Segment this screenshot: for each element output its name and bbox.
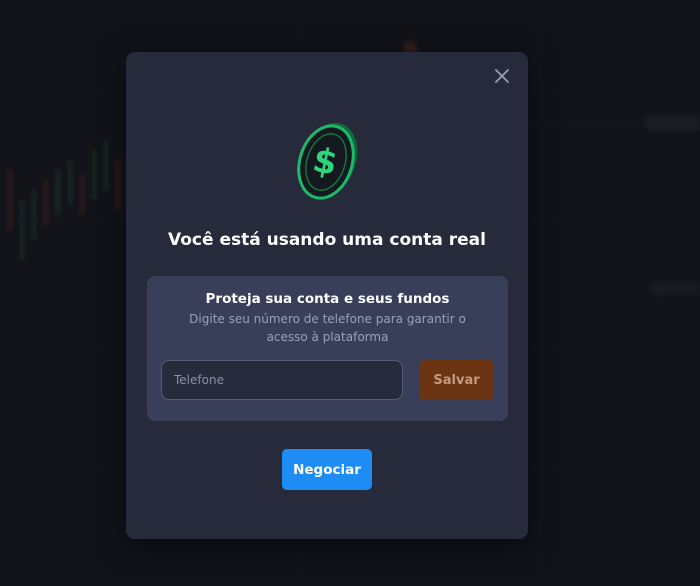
- close-icon: [495, 69, 509, 83]
- modal-title: Você está usando uma conta real: [168, 230, 486, 250]
- trade-button[interactable]: Negociar: [282, 449, 372, 490]
- save-button[interactable]: Salvar: [419, 360, 494, 400]
- protect-account-card: Proteja sua conta e seus fundos Digite s…: [147, 276, 508, 421]
- protect-description: Digite seu número de telefone para garan…: [189, 312, 466, 344]
- real-account-modal: $ Você está usando uma conta real Protej…: [126, 52, 528, 539]
- protect-title: Proteja sua conta e seus fundos: [205, 291, 450, 307]
- phone-input[interactable]: [161, 360, 403, 400]
- dollar-coin-icon: $: [297, 122, 358, 200]
- close-button[interactable]: [492, 66, 512, 86]
